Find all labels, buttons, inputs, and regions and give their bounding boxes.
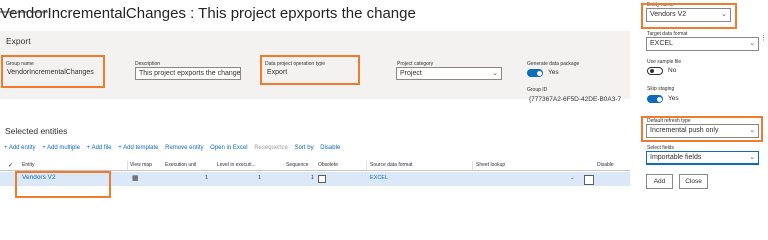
add-entity-panel: Entity name Vendors V2 ⌄ Target data for… [637,0,768,202]
skip-staging-toggle[interactable] [647,95,663,103]
col-entity[interactable]: Entity [22,162,35,168]
add-file-button[interactable]: + Add file [87,145,112,151]
generate-package-value: Yes [548,69,559,76]
level-value: 1 [258,175,262,181]
entity-name-select[interactable]: Vendors V2 ⌄ [646,8,731,22]
breadcrumb [0,0,60,13]
sort-by-button[interactable]: Sort by [295,145,314,151]
use-sample-value: No [668,67,677,74]
select-fields-value: Importable fields [650,154,702,161]
chevron-down-icon: ⌄ [749,40,755,47]
entities-toolbar: + Add entity + Add multiple + Add file +… [4,145,345,155]
remove-entity-button[interactable]: Remove entity [165,145,203,151]
target-format-value: EXCEL [650,40,673,47]
col-sequence[interactable]: Sequence [286,162,309,168]
skip-staging-value: Yes [668,95,679,102]
default-refresh-value: Incremental push only [650,127,719,134]
skip-staging-label: Skip staging [647,86,675,92]
grid-header: ✓ Entity View map Execution unit Level i… [0,160,630,171]
table-row[interactable]: Vendors V2 ▦ 1 1 1 EXCEL ⌄ [0,172,630,186]
column-divider [472,161,473,170]
open-in-excel-button[interactable]: Open in Excel [210,145,247,151]
select-fields-select[interactable]: Importable fields ⌄ [646,151,759,165]
selected-entities-title: Selected entities [5,126,68,136]
target-format-select[interactable]: EXCEL ⌄ [646,37,759,51]
column-divider [127,161,128,170]
group-id-value: {777367A2-6F5D-42DE-B0A3-7 [529,96,622,103]
col-execution-unit[interactable]: Execution unit [165,162,196,168]
close-button[interactable]: Close [679,174,708,189]
sequence-value: 1 [311,175,315,181]
chevron-down-icon[interactable]: ⌄ [570,175,575,181]
page-title: VendorIncrementalChanges : This project … [0,5,416,22]
disable-checkbox[interactable] [584,175,594,185]
col-disable[interactable]: Disable [597,162,614,168]
generate-package-toggle[interactable] [527,69,543,77]
add-multiple-button[interactable]: + Add multiple [42,145,80,151]
entity-name-value: Vendors V2 [650,11,687,18]
use-sample-label: Use sample file [647,59,682,65]
view-map-icon[interactable]: ▦ [132,174,139,182]
chevron-down-icon: ⌄ [749,127,755,134]
project-category-select[interactable]: Project ⌄ [396,67,502,80]
panel-edge-marker: ⋮ [760,35,767,42]
col-view-map[interactable]: View map [130,162,152,168]
group-name-field[interactable]: VendorIncrementalChanges [5,67,100,80]
col-obsolete[interactable]: Obsolete [318,162,338,168]
add-button[interactable]: Add [646,174,673,189]
default-refresh-select[interactable]: Incremental push only ⌄ [646,124,759,138]
execution-unit-value: 1 [205,175,209,181]
use-sample-toggle[interactable] [647,67,663,75]
col-level[interactable]: Level in executi... [217,162,256,168]
operation-type-field[interactable]: Export [265,67,355,80]
obsolete-checkbox[interactable] [318,175,326,183]
col-source-format[interactable]: Source data format [370,162,413,168]
chevron-down-icon: ⌄ [492,70,498,77]
chevron-down-icon: ⌄ [749,154,755,161]
add-entity-button[interactable]: + Add entity [4,145,36,151]
disable-button[interactable]: Disable [320,145,340,151]
source-format-value[interactable]: EXCEL [370,175,388,181]
resequence-button[interactable]: Resequence [254,145,288,151]
add-template-button[interactable]: + Add template [118,145,158,151]
select-all-check-icon[interactable]: ✓ [8,162,13,169]
entity-link[interactable]: Vendors V2 [22,174,56,181]
column-divider [366,161,367,170]
chevron-down-icon: ⌄ [721,11,727,18]
export-section-title: Export [6,36,31,46]
group-id-label: Group ID [527,87,548,93]
col-sheet-lookup[interactable]: Sheet lookup [476,162,505,168]
project-category-value: Project [400,70,422,77]
generate-package-label: Generate data package [527,61,580,67]
description-field[interactable]: This project epxports the changes [135,67,241,80]
